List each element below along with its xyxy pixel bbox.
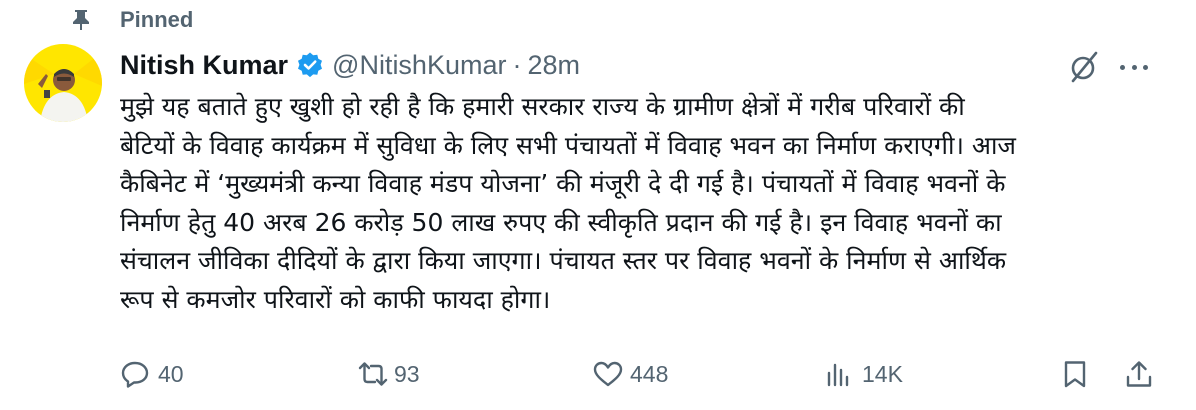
repost-icon [356, 359, 388, 389]
views-icon [824, 359, 854, 389]
action-bar: 40 93 448 14K [120, 352, 1160, 396]
timestamp[interactable]: 28m [527, 50, 580, 81]
verified-badge-icon[interactable] [296, 51, 324, 79]
pinned-indicator: Pinned [70, 6, 193, 34]
author-name[interactable]: Nitish Kumar [120, 50, 288, 81]
reply-icon [120, 359, 150, 389]
tweet-line: मुझे यह बताते हुए खुशी हो रही है कि हमार… [120, 92, 965, 121]
bookmark-icon [1060, 359, 1090, 389]
like-count: 448 [630, 360, 669, 387]
share-button[interactable] [1124, 352, 1154, 396]
repost-button[interactable]: 93 [356, 352, 420, 396]
more-options-icon[interactable] [1114, 54, 1154, 80]
bookmark-button[interactable] [1060, 352, 1090, 396]
like-button[interactable]: 448 [592, 352, 668, 396]
pinned-label: Pinned [120, 7, 194, 32]
reply-count: 40 [158, 360, 184, 387]
tweet-text: मुझे यह बताते हुए खुशी हो रही है कि हमार… [120, 88, 1180, 319]
repost-count: 93 [394, 360, 420, 387]
avatar[interactable] [24, 44, 102, 122]
views-count: 14K [862, 360, 903, 387]
grok-icon[interactable] [1068, 50, 1102, 84]
separator-dot: · [512, 49, 522, 80]
author-handle[interactable]: @NitishKumar [332, 50, 506, 81]
tweet-line: रूप से कमजोर परिवारों को काफी फायदा होगा… [120, 284, 551, 314]
tweet-line: बेटियों के विवाह कार्यक्रम में सुविधा के… [120, 130, 1016, 160]
like-icon [592, 359, 623, 389]
pin-icon [70, 9, 92, 31]
views-button[interactable]: 14K [824, 352, 903, 396]
tweet-line: निर्माण हेतु 40 अरब 26 करोड़ 50 लाख रुपए… [120, 207, 1002, 237]
tweet-line: संचालन जीविका दीदियों के द्वारा किया जाए… [120, 246, 1007, 275]
tweet-line: कैबिनेट में ‘मुख्यमंत्री कन्या विवाह मंड… [120, 169, 1006, 198]
share-icon [1124, 359, 1154, 389]
tweet-header: Nitish Kumar @NitishKumar · 28m [120, 46, 580, 84]
reply-button[interactable]: 40 [120, 352, 184, 396]
